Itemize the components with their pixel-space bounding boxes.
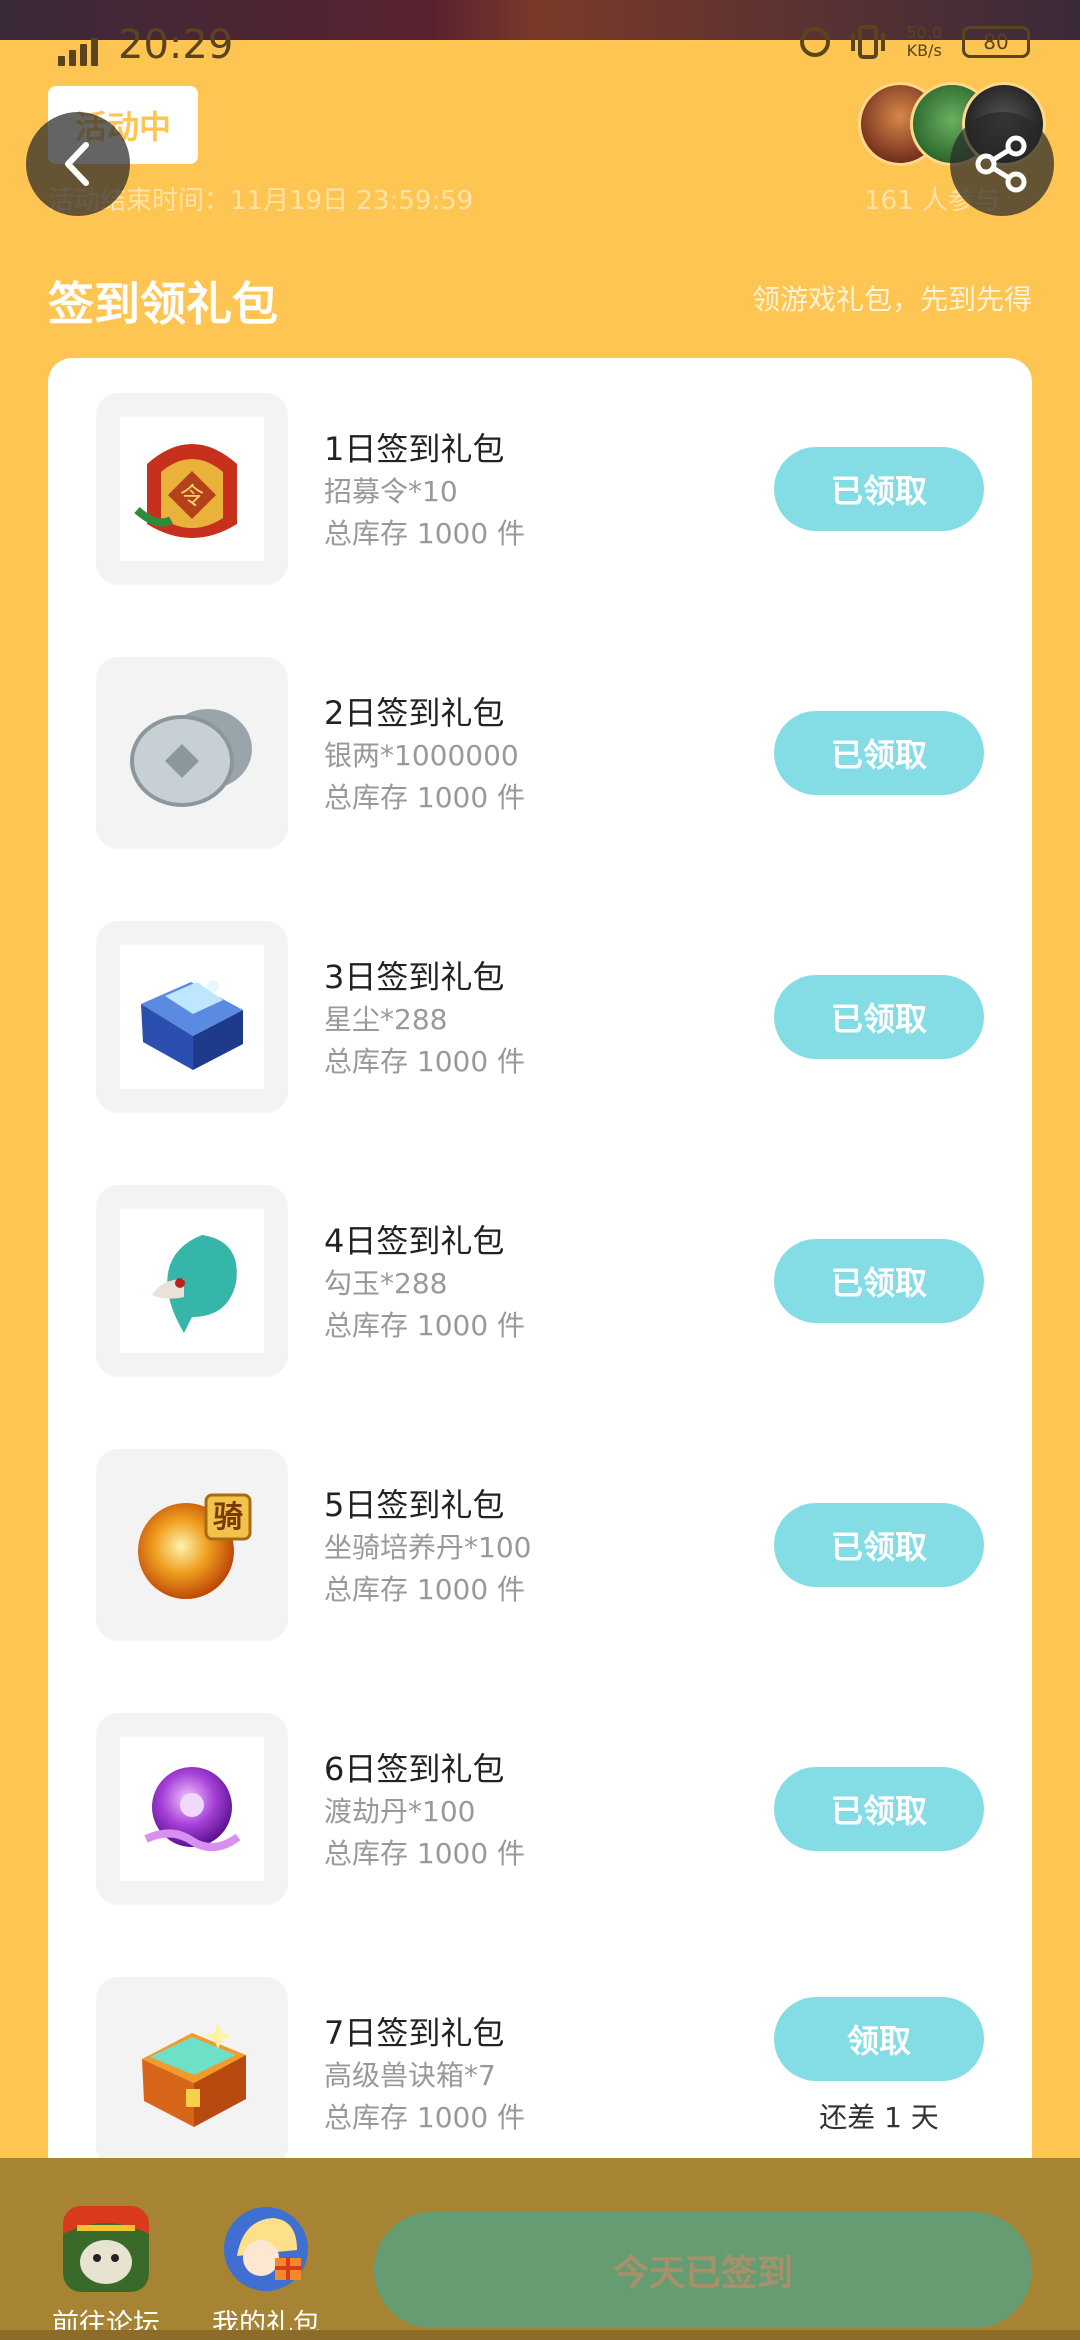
claimed-button[interactable]: 已领取 — [774, 1239, 984, 1323]
gift-stock: 总库存 1000 件 — [324, 1573, 526, 1606]
gift-name: 5日签到礼包 — [324, 1486, 505, 1524]
gift-item: 勾玉*288 — [324, 1267, 448, 1300]
gift-name: 4日签到礼包 — [324, 1222, 505, 1260]
claimed-button[interactable]: 已领取 — [774, 1503, 984, 1587]
gift-thumbnail — [96, 1185, 288, 1377]
section-subtitle: 领游戏礼包，先到先得 — [751, 283, 1032, 316]
gift-item: 高级兽诀箱*7 — [324, 2059, 496, 2092]
list-item: 令 1日签到礼包 招募令*10 总库存 1000 件 已领取 — [48, 358, 1032, 622]
gift-thumbnail — [96, 657, 288, 849]
gift-stock: 总库存 1000 件 — [324, 1837, 526, 1870]
magatama-icon — [152, 1235, 237, 1333]
bottom-divider — [0, 2330, 1080, 2340]
gift-item: 坐骑培养丹*100 — [324, 1531, 532, 1564]
my-gifts-button[interactable]: 我的礼包 — [206, 2206, 326, 2340]
gift-stock: 总库存 1000 件 — [324, 2101, 526, 2134]
gift-name: 1日签到礼包 — [324, 430, 505, 468]
gift-thumbnail — [96, 1977, 288, 2169]
gift-stock: 总库存 1000 件 — [324, 517, 526, 550]
share-button[interactable] — [950, 112, 1054, 216]
treasure-chest-icon — [142, 2023, 246, 2127]
status-bar: 20:29 50.0 KB/s 80 — [0, 16, 1080, 76]
gift-stock: 总库存 1000 件 — [324, 1045, 526, 1078]
status-right: 50.0 KB/s 80 — [800, 24, 1030, 60]
section-title: 签到领礼包 — [48, 277, 278, 331]
gift-box-icon — [224, 2207, 308, 2291]
bottom-bar: 前往论坛 我的礼包 今天已签到 — [0, 2158, 1080, 2340]
game-avatar-icon — [63, 2206, 149, 2292]
gift-stock: 总库存 1000 件 — [324, 781, 526, 814]
svg-text:骑: 骑 — [213, 1500, 243, 1535]
list-item: 4日签到礼包 勾玉*288 总库存 1000 件 已领取 — [48, 1150, 1032, 1414]
stardust-chest-icon — [141, 980, 243, 1070]
vibrate-icon — [851, 25, 886, 59]
battery-icon: 80 — [962, 26, 1030, 58]
gift-name: 3日签到礼包 — [324, 958, 505, 996]
claimed-button[interactable]: 已领取 — [774, 711, 984, 795]
gift-thumbnail: 令 — [96, 393, 288, 585]
gift-thumbnail — [96, 1713, 288, 1905]
gift-name: 6日签到礼包 — [324, 1750, 505, 1788]
chevron-left-icon — [65, 142, 89, 186]
gift-item: 招募令*10 — [324, 475, 458, 508]
gift-item: 银两*1000000 — [324, 739, 519, 772]
silver-coin-icon — [130, 709, 252, 807]
claim-button[interactable]: 领取 — [774, 1997, 984, 2081]
gift-item: 渡劫丹*100 — [324, 1795, 476, 1828]
back-button[interactable] — [26, 112, 130, 216]
mount-pill-icon: 骑 — [138, 1493, 252, 1599]
gift-name: 2日签到礼包 — [324, 694, 505, 732]
tribulation-pill-icon — [144, 1767, 241, 1851]
share-icon — [975, 135, 1027, 193]
signed-in-button[interactable]: 今天已签到 — [374, 2212, 1032, 2328]
recruit-token-icon: 令 — [134, 444, 237, 538]
gift-stock: 总库存 1000 件 — [324, 1309, 526, 1342]
signal-icon — [58, 36, 102, 66]
net-speed: 50.0 KB/s — [906, 23, 942, 60]
list-item: 3日签到礼包 星尘*288 总库存 1000 件 已领取 — [48, 886, 1032, 1150]
gift-thumbnail — [96, 921, 288, 1113]
gift-thumbnail: 骑 — [96, 1449, 288, 1641]
svg-text:令: 令 — [180, 482, 204, 510]
gift-item: 星尘*288 — [324, 1003, 448, 1036]
status-time: 20:29 — [118, 22, 234, 68]
list-item: 骑 5日签到礼包 坐骑培养丹*100 总库存 1000 件 已领取 — [48, 1414, 1032, 1678]
alarm-icon — [800, 27, 831, 57]
claimed-button[interactable]: 已领取 — [774, 1767, 984, 1851]
list-item: 2日签到礼包 银两*1000000 总库存 1000 件 已领取 — [48, 622, 1032, 886]
remaining-days-note: 还差 1 天 — [819, 2101, 939, 2134]
forum-button[interactable]: 前往论坛 — [46, 2206, 166, 2340]
gift-list-card: 令 1日签到礼包 招募令*10 总库存 1000 件 已领取 2日签到礼包 银两… — [48, 358, 1032, 2238]
gift-name: 7日签到礼包 — [324, 2014, 505, 2052]
claimed-button[interactable]: 已领取 — [774, 975, 984, 1059]
list-item: 6日签到礼包 渡劫丹*100 总库存 1000 件 已领取 — [48, 1678, 1032, 1942]
claimed-button[interactable]: 已领取 — [774, 447, 984, 531]
